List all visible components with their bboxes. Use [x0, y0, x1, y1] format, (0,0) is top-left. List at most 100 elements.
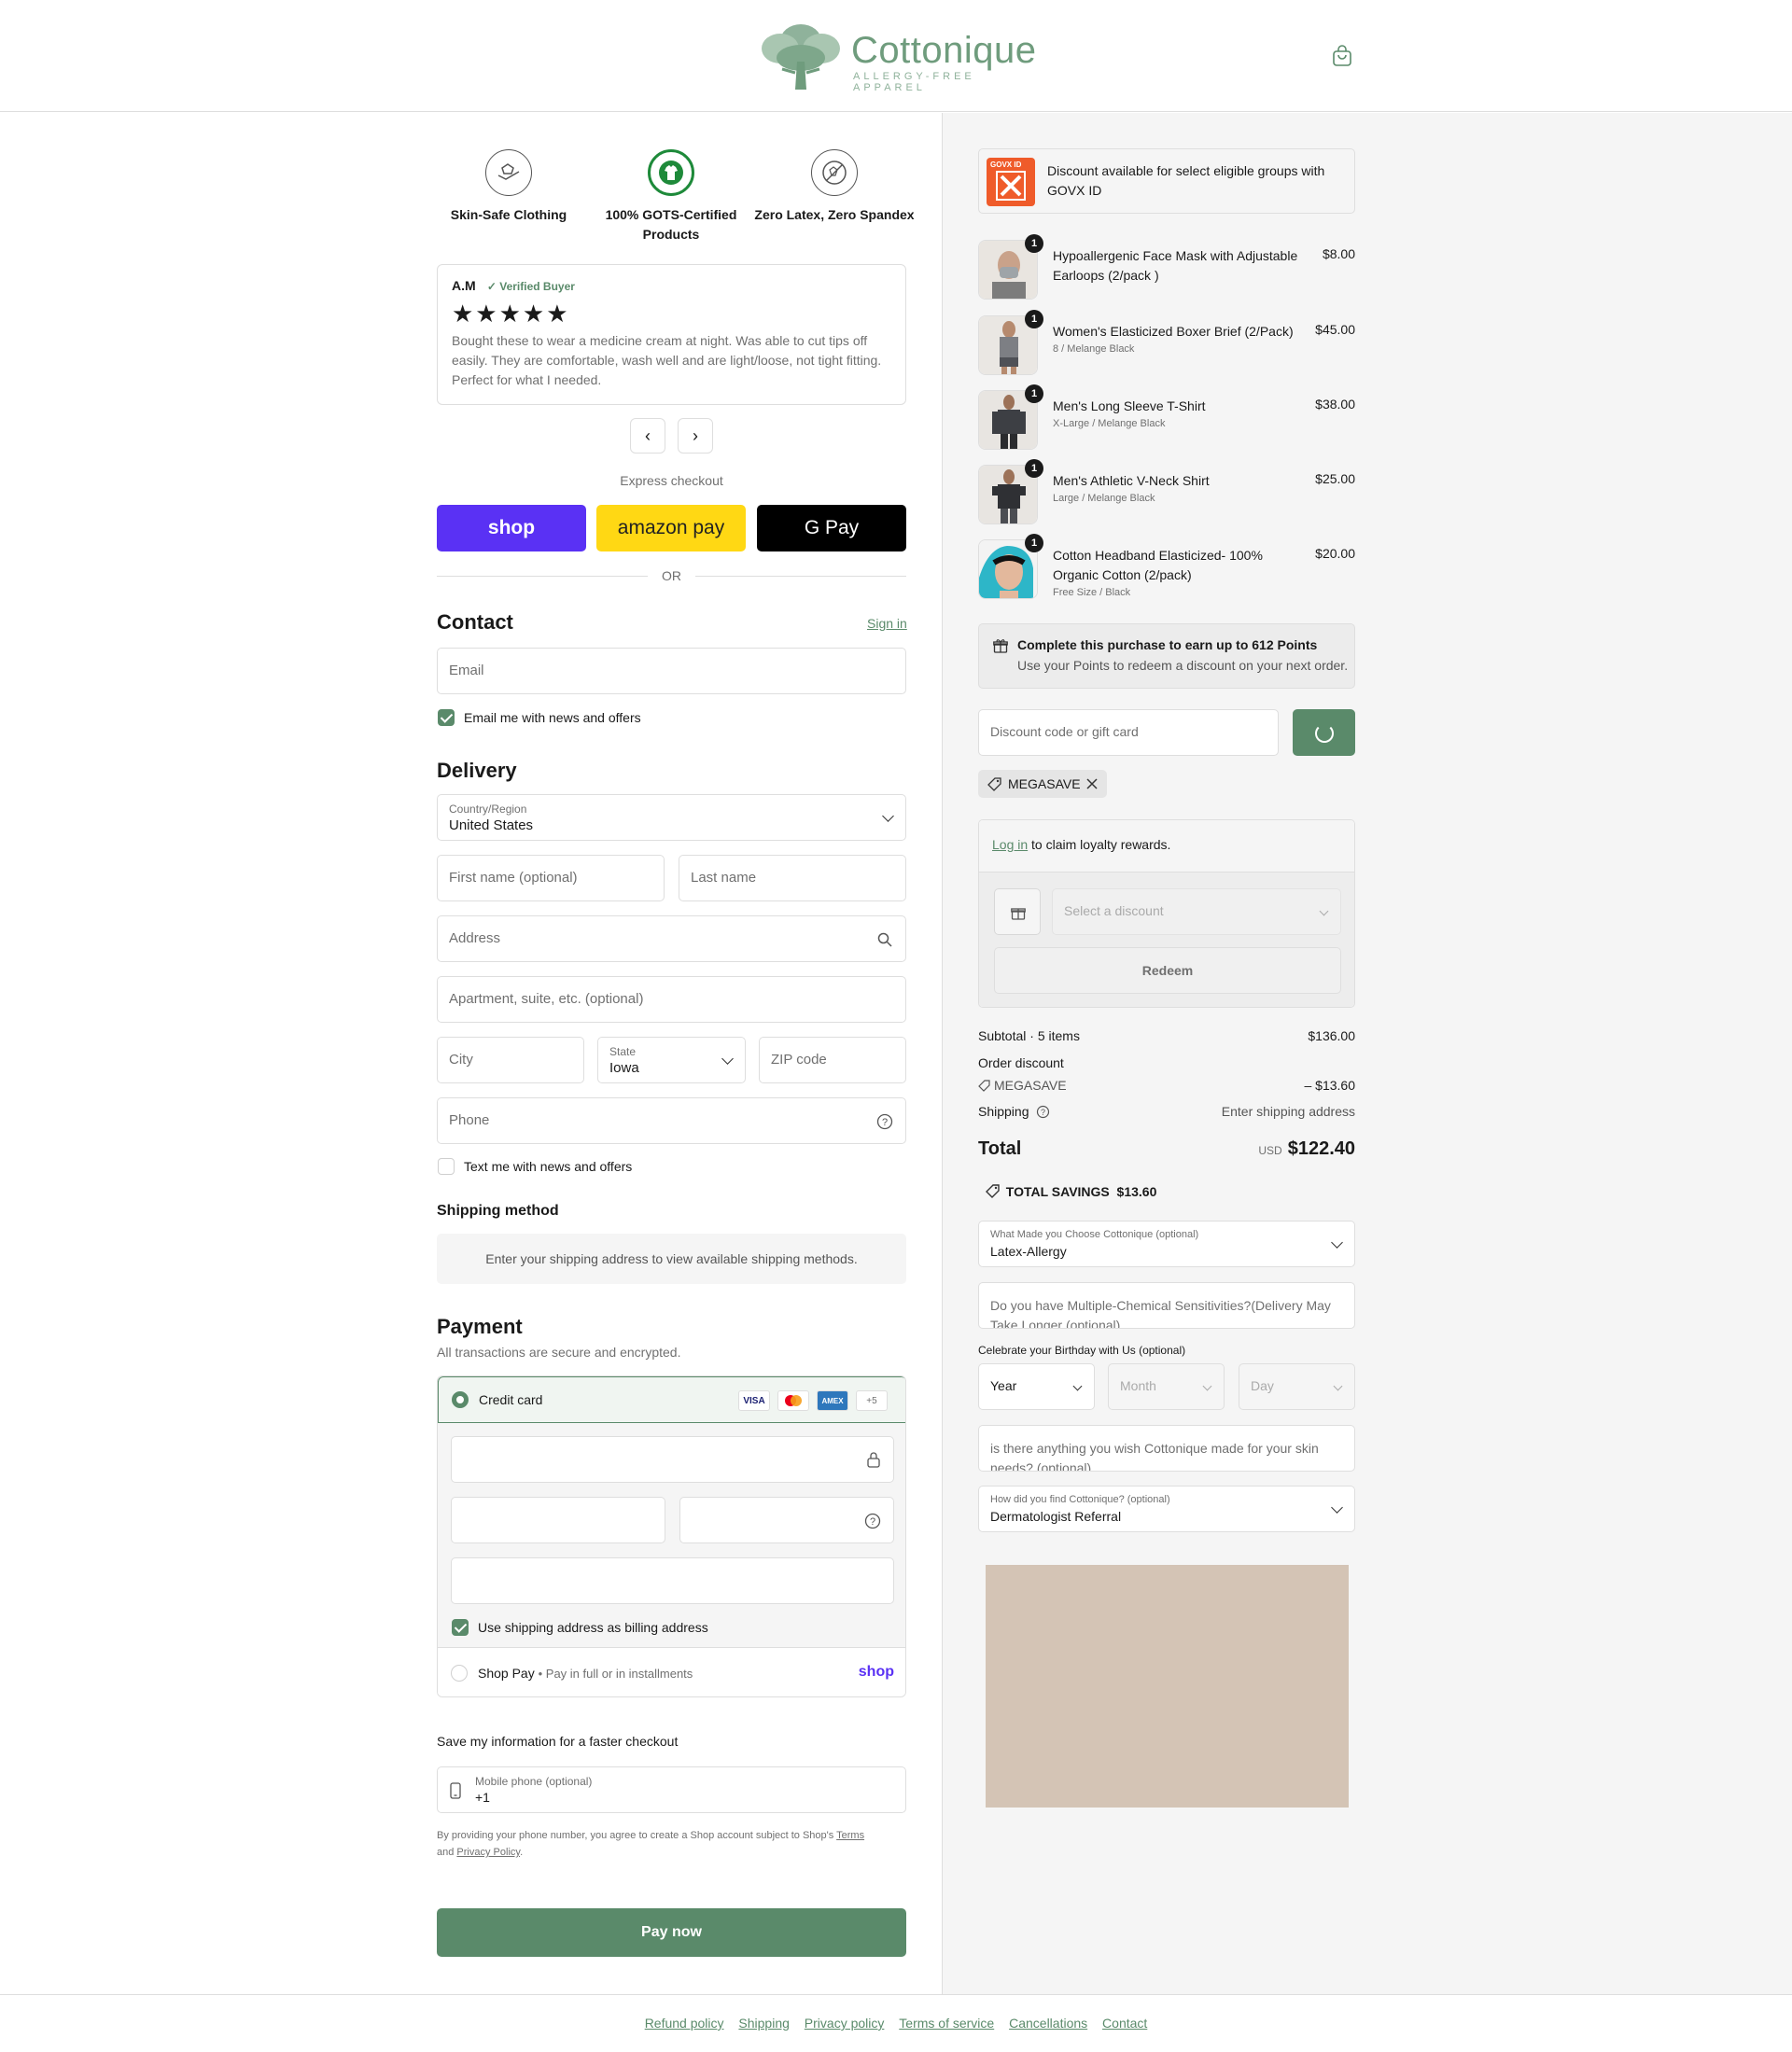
- chevron-down-icon: [1331, 1501, 1343, 1514]
- privacy-policy-link[interactable]: Privacy policy: [805, 2016, 885, 2031]
- shop-pay-option[interactable]: Shop Pay • Pay in full or in installment…: [438, 1647, 905, 1696]
- country-select[interactable]: Country/Region United States: [437, 794, 906, 841]
- security-code-field[interactable]: ?: [679, 1497, 894, 1543]
- city-field[interactable]: City: [437, 1037, 584, 1083]
- help-icon[interactable]: ?: [876, 1113, 893, 1130]
- state-select[interactable]: State Iowa: [597, 1037, 746, 1083]
- cancellations-link[interactable]: Cancellations: [1009, 2016, 1087, 2031]
- redeem-button[interactable]: Redeem: [994, 947, 1341, 994]
- badge-gots: 100% GOTS-Certified Products: [587, 149, 755, 244]
- product-price: $38.00: [1315, 397, 1355, 412]
- zip-field[interactable]: ZIP code: [759, 1037, 906, 1083]
- credit-card-radio[interactable]: [452, 1391, 469, 1408]
- review-next-button[interactable]: ›: [678, 418, 713, 454]
- email-field[interactable]: Email: [437, 648, 906, 694]
- help-icon[interactable]: ?: [864, 1513, 881, 1529]
- birth-month-select[interactable]: Month: [1108, 1363, 1225, 1410]
- brand-logo[interactable]: Cottonique ALLERGY-FREE APPAREL: [754, 15, 1037, 95]
- discount-code-placeholder: Discount code or gift card: [990, 724, 1139, 739]
- shop-logo: shop: [858, 1664, 894, 1680]
- credit-card-label: Credit card: [479, 1392, 543, 1407]
- wish-field[interactable]: is there anything you wish Cottonique ma…: [978, 1425, 1355, 1472]
- help-icon[interactable]: ?: [1036, 1105, 1050, 1119]
- product-price: $8.00: [1322, 246, 1355, 261]
- apply-discount-button[interactable]: [1293, 709, 1355, 756]
- refund-policy-link[interactable]: Refund policy: [645, 2016, 724, 2031]
- govx-banner[interactable]: GOVX ID Discount available for select el…: [978, 148, 1355, 214]
- pay-now-button[interactable]: Pay now: [437, 1908, 906, 1957]
- loyalty-login-row: Log in to claim loyalty rewards.: [979, 820, 1354, 872]
- zip-placeholder: ZIP code: [771, 1052, 827, 1068]
- referral-value: Dermatologist Referral: [990, 1509, 1122, 1524]
- shipping-link[interactable]: Shipping: [738, 2016, 790, 2031]
- state-label: State: [609, 1045, 637, 1058]
- svg-text:?: ?: [882, 1117, 888, 1128]
- credit-card-option[interactable]: Credit card VISA AMEX +5: [438, 1376, 905, 1423]
- shop-pay-note: Pay in full or in installments: [545, 1667, 693, 1681]
- email-news-label: Email me with news and offers: [464, 710, 641, 725]
- line-item: 1 Women's Elasticized Boxer Brief (2/Pac…: [978, 310, 1355, 377]
- contact-title: Contact: [437, 610, 513, 634]
- first-name-field[interactable]: First name (optional): [437, 855, 665, 901]
- birth-day-select[interactable]: Day: [1239, 1363, 1355, 1410]
- product-name: Women's Elasticized Boxer Brief (2/Pack): [1053, 324, 1294, 339]
- gift-icon: [994, 888, 1041, 935]
- google-pay-logo: G Pay: [804, 517, 860, 538]
- phone-placeholder: Phone: [449, 1112, 490, 1128]
- expiration-field[interactable]: [451, 1497, 665, 1543]
- shopping-bag-icon[interactable]: [1332, 45, 1352, 67]
- mobile-phone-icon: [450, 1782, 461, 1799]
- total-savings: TOTAL SAVINGS $13.60: [1005, 1184, 1157, 1199]
- referral-select[interactable]: How did you find Cottonique? (optional) …: [978, 1486, 1355, 1532]
- terms-link[interactable]: Terms: [836, 1830, 864, 1841]
- name-on-card-field[interactable]: [451, 1557, 894, 1604]
- contact-link[interactable]: Contact: [1102, 2016, 1147, 2031]
- address-field[interactable]: Address: [437, 915, 906, 962]
- privacy-link[interactable]: Privacy Policy: [456, 1847, 520, 1858]
- birth-year-select[interactable]: Year: [978, 1363, 1095, 1410]
- govx-text: Discount available for select eligible g…: [1047, 163, 1325, 198]
- apartment-field[interactable]: Apartment, suite, etc. (optional): [437, 976, 906, 1023]
- amazon-pay-button[interactable]: amazon pay: [596, 505, 746, 551]
- phone-field[interactable]: Phone ?: [437, 1097, 906, 1144]
- terms-of-service-link[interactable]: Terms of service: [899, 2016, 994, 2031]
- subtotal-value: $136.00: [1308, 1028, 1355, 1043]
- brand-name: Cottonique: [851, 30, 1037, 71]
- review-prev-button[interactable]: ‹: [630, 418, 665, 454]
- govx-logo: GOVX ID: [987, 158, 1035, 206]
- quantity-badge: 1: [1025, 234, 1043, 253]
- mobile-phone-field[interactable]: Mobile phone (optional) +1: [437, 1766, 906, 1813]
- product-name: Men's Long Sleeve T-Shirt: [1053, 398, 1206, 413]
- select-discount-dropdown[interactable]: Select a discount: [1052, 888, 1341, 935]
- mcs-field[interactable]: Do you have Multiple-Chemical Sensitivit…: [978, 1282, 1355, 1329]
- chevron-down-icon: [1331, 1236, 1343, 1249]
- log-in-link[interactable]: Log in: [992, 837, 1028, 852]
- remove-discount-icon[interactable]: [1086, 778, 1098, 789]
- text-news-checkbox[interactable]: [438, 1158, 455, 1175]
- or-text: OR: [662, 568, 681, 583]
- subtotal-label: Subtotal · 5 items: [978, 1028, 1080, 1043]
- choose-reason-select[interactable]: What Made you Choose Cottonique (optiona…: [978, 1221, 1355, 1267]
- shop-pay-button[interactable]: shop: [437, 505, 586, 551]
- badge-label: Zero Latex, Zero Spandex: [754, 207, 915, 222]
- chevron-down-icon: [882, 810, 894, 822]
- delivery-title: Delivery: [437, 759, 517, 782]
- choose-reason-value: Latex-Allergy: [990, 1244, 1067, 1259]
- birthday-label: Celebrate your Birthday with Us (optiona…: [978, 1344, 1186, 1357]
- card-number-field[interactable]: [451, 1436, 894, 1483]
- discount-code-field[interactable]: Discount code or gift card: [978, 709, 1279, 756]
- tree-logo-icon: [762, 24, 840, 90]
- sign-in-link[interactable]: Sign in: [867, 616, 907, 631]
- shop-pay-radio[interactable]: [451, 1665, 468, 1682]
- shipping-value: Enter shipping address: [1221, 1104, 1355, 1119]
- govx-logo-text: GOVX ID: [990, 161, 1022, 169]
- gots-certified-icon: [648, 149, 694, 196]
- or-divider: OR: [437, 566, 906, 585]
- express-checkout-label: Express checkout: [620, 473, 723, 488]
- google-pay-button[interactable]: G Pay: [757, 505, 906, 551]
- product-price: $45.00: [1315, 322, 1355, 337]
- mcs-placeholder: Do you have Multiple-Chemical Sensitivit…: [990, 1298, 1331, 1329]
- last-name-field[interactable]: Last name: [679, 855, 906, 901]
- billing-same-checkbox[interactable]: [452, 1619, 469, 1636]
- email-news-checkbox[interactable]: [438, 709, 455, 726]
